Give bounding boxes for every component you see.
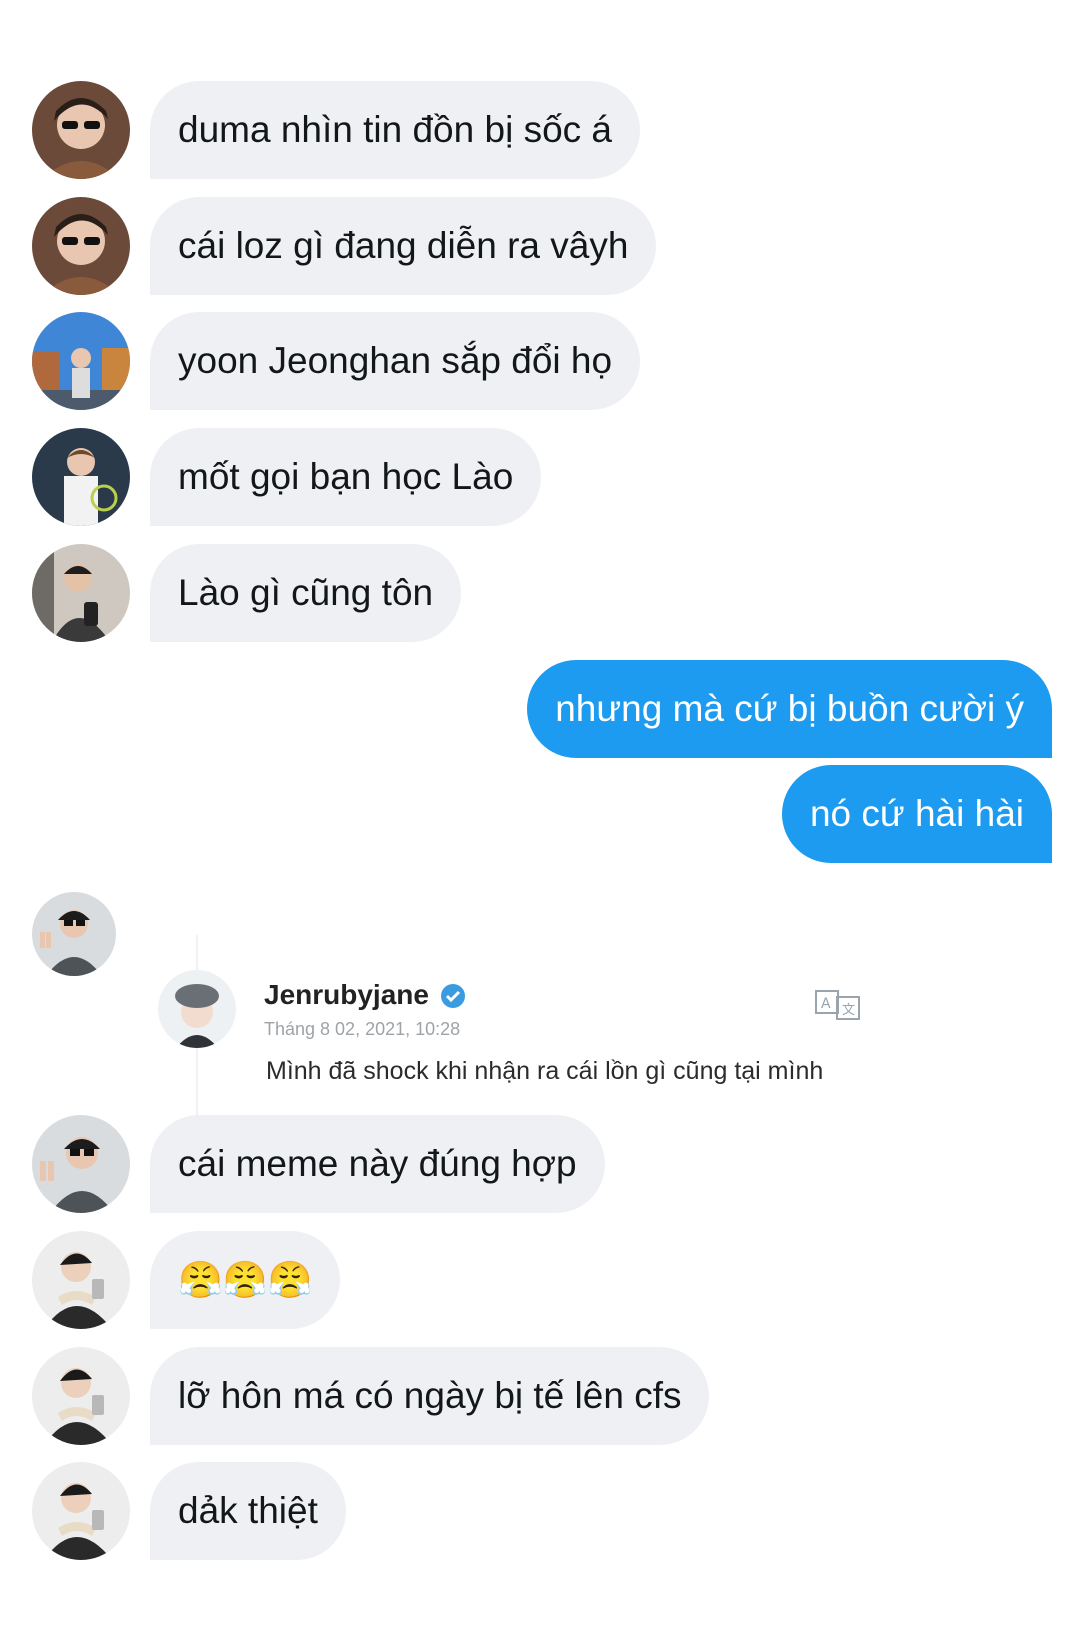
tweet-date: Tháng 8 02, 2021, 10:28 — [264, 1019, 461, 1039]
tweet-author-avatar — [158, 970, 236, 1048]
incoming-message-bubble[interactable]: dảk thiệt — [150, 1462, 346, 1560]
avatar[interactable] — [32, 1115, 130, 1213]
avatar[interactable] — [32, 312, 130, 410]
incoming-message-bubble[interactable]: 😤😤😤 — [150, 1231, 341, 1329]
avatar[interactable] — [32, 892, 116, 976]
avatar[interactable] — [32, 1347, 130, 1445]
outgoing-message-bubble[interactable]: nhưng mà cứ bị buồn cười ý — [527, 660, 1052, 758]
svg-text:A: A — [821, 996, 831, 1012]
avatar[interactable] — [32, 81, 130, 179]
tweet-text: Mình đã shock khi nhận ra cái lồn gì cũn… — [266, 1057, 824, 1085]
avatar[interactable] — [32, 428, 130, 526]
avatar[interactable] — [32, 1462, 130, 1560]
incoming-message-bubble[interactable]: mốt gọi bạn học Lào — [150, 428, 542, 526]
incoming-message-bubble[interactable]: cái meme này đúng hợp — [150, 1115, 605, 1213]
avatar[interactable] — [32, 197, 130, 295]
outgoing-message-bubble[interactable]: nó cứ hài hài — [781, 765, 1052, 863]
verified-badge-icon — [440, 983, 466, 1009]
incoming-message-bubble[interactable]: duma nhìn tin đồn bị sốc á — [150, 81, 641, 179]
incoming-message-bubble[interactable]: cái loz gì đang diễn ra vâyh — [150, 197, 657, 295]
emoji-message: 😤😤😤 — [178, 1259, 313, 1300]
svg-text:文: 文 — [842, 1003, 855, 1018]
translate-icon: A文 — [815, 987, 861, 1023]
incoming-message-bubble[interactable]: lỡ hôn má có ngày bị tế lên cfs — [150, 1347, 710, 1445]
incoming-message-bubble[interactable]: Lào gì cũng tôn — [150, 544, 462, 642]
avatar[interactable] — [32, 1231, 130, 1329]
avatar[interactable] — [32, 544, 130, 642]
incoming-message-bubble[interactable]: yoon Jeonghan sắp đổi họ — [150, 312, 641, 410]
tweet-author-name: Jenrubyjane — [264, 979, 429, 1010]
